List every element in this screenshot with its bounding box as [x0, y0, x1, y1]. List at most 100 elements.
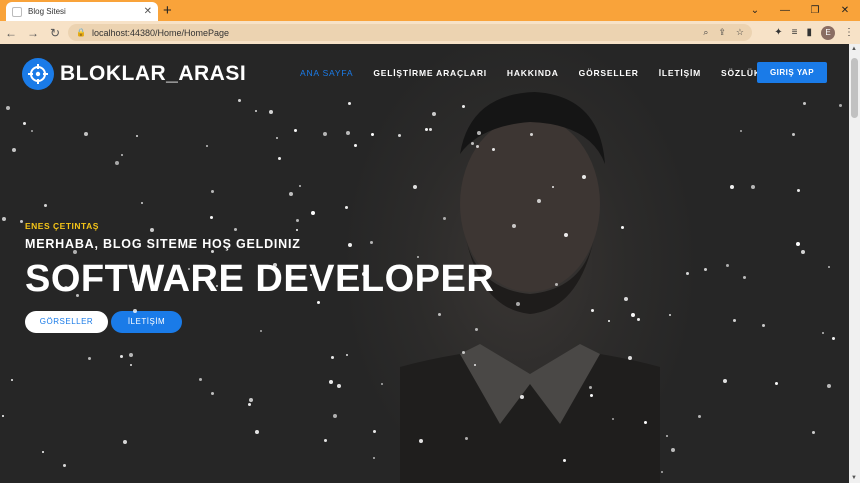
lock-icon[interactable]: 🔒	[76, 28, 86, 37]
site-logo[interactable]: BLOKLAR_ARASI	[22, 58, 246, 90]
snow-dot	[743, 276, 746, 279]
main-nav: ANA SAYFA GELİŞTİRME ARAÇLARI HAKKINDA G…	[300, 68, 761, 78]
snow-dot	[2, 415, 4, 417]
hero-title: SOFTWARE DEVELOPER	[25, 258, 495, 300]
new-tab-button[interactable]: +	[163, 2, 172, 19]
snow-dot	[417, 256, 419, 258]
browser-toolbar: ← → ↻ 🔒 localhost:44380/Home/HomePage ⌕ …	[0, 21, 860, 44]
snow-dot	[211, 190, 214, 193]
restore-icon[interactable]: ❐	[800, 0, 830, 21]
snow-dot	[671, 448, 675, 452]
page-scrollbar[interactable]: ▲ ▼	[849, 44, 860, 483]
back-icon[interactable]: ←	[0, 26, 22, 40]
minimize-icon[interactable]: —	[770, 0, 800, 21]
snow-dot	[612, 418, 614, 420]
snow-dot	[345, 206, 348, 209]
nav-item-sozluk[interactable]: SÖZLÜK	[721, 68, 761, 78]
reload-icon[interactable]: ↻	[44, 26, 66, 40]
profile-avatar[interactable]: E	[821, 25, 835, 40]
snow-dot	[249, 398, 253, 402]
side-panel-icon[interactable]: ▮	[806, 27, 812, 38]
snow-dot	[348, 102, 351, 105]
snow-dot	[465, 437, 468, 440]
snow-dot	[210, 216, 213, 219]
snow-dot	[462, 351, 465, 354]
reading-list-icon[interactable]: ≡	[792, 27, 798, 38]
scroll-down-icon[interactable]: ▼	[851, 475, 857, 481]
snow-dot	[751, 185, 755, 189]
snow-dot	[88, 357, 91, 360]
snow-dot	[373, 457, 375, 459]
snow-dot	[12, 148, 16, 152]
snow-dot	[238, 99, 241, 102]
snow-dot	[31, 130, 33, 132]
snow-dot	[381, 383, 383, 385]
snow-dot	[310, 274, 312, 276]
snow-dot	[512, 224, 516, 228]
snow-dot	[555, 283, 558, 286]
snow-dot	[590, 394, 593, 397]
snow-dot	[832, 337, 835, 340]
snow-dot	[432, 112, 436, 116]
bookmark-star-icon[interactable]: ☆	[736, 27, 744, 38]
snow-dot	[589, 386, 592, 389]
snow-dot	[582, 175, 586, 179]
snow-dot	[492, 148, 495, 151]
tab-title: Blog Sitesi	[28, 7, 66, 16]
scroll-up-icon[interactable]: ▲	[851, 46, 857, 52]
snow-dot	[822, 332, 824, 334]
snow-dot	[129, 353, 133, 357]
snow-dot	[476, 145, 479, 148]
snow-dot	[136, 135, 138, 137]
snow-dot	[726, 264, 729, 267]
snow-dot	[188, 268, 190, 270]
snow-dot	[471, 142, 474, 145]
tab-search-icon[interactable]: ⌄	[740, 0, 770, 21]
address-bar[interactable]: 🔒 localhost:44380/Home/HomePage ⌕ ⇪ ☆	[68, 24, 752, 41]
snow-dot	[323, 132, 327, 136]
snow-dot	[425, 128, 428, 131]
forward-icon[interactable]: →	[22, 26, 44, 40]
nav-item-gorseller[interactable]: GÖRSELLER	[579, 68, 639, 78]
snow-dot	[530, 133, 533, 136]
snow-dot	[289, 192, 293, 196]
snow-dot	[429, 128, 432, 131]
snow-dot	[141, 202, 143, 204]
nav-item-gelistirme-araclari[interactable]: GELİŞTİRME ARAÇLARI	[373, 68, 487, 78]
nav-item-ana-sayfa[interactable]: ANA SAYFA	[300, 68, 353, 78]
menu-kebab-icon[interactable]: ⋮	[844, 27, 854, 38]
scrollbar-thumb[interactable]	[851, 58, 858, 118]
share-icon[interactable]: ⇪	[718, 27, 726, 38]
snow-dot	[796, 242, 800, 246]
snow-dot	[260, 330, 262, 332]
url-text[interactable]: localhost:44380/Home/HomePage	[92, 28, 703, 38]
snow-dot	[121, 154, 123, 156]
browser-tab[interactable]: Blog Sitesi ✕	[6, 2, 158, 21]
snow-dot	[520, 395, 524, 399]
snow-dot	[698, 415, 701, 418]
snow-dot	[803, 102, 806, 105]
login-button[interactable]: GIRIŞ YAP	[757, 62, 827, 83]
snow-dot	[348, 243, 352, 247]
snow-dot	[637, 318, 640, 321]
snow-dot	[115, 161, 119, 165]
snow-dot	[273, 263, 277, 267]
snow-dot	[331, 356, 334, 359]
nav-item-iletisim[interactable]: İLETİŞİM	[659, 68, 701, 78]
hero-subtitle: MERHABA, BLOG SITEME HOŞ GELDINIZ	[25, 237, 301, 251]
snow-dot	[276, 137, 278, 139]
extensions-icon[interactable]: ✦	[774, 27, 782, 38]
snow-dot	[723, 379, 727, 383]
nav-item-hakkinda[interactable]: HAKKINDA	[507, 68, 559, 78]
contact-button[interactable]: İLETİŞİM	[111, 311, 182, 333]
snow-dot	[354, 144, 357, 147]
snow-dot	[801, 250, 805, 254]
zoom-icon[interactable]: ⌕	[703, 27, 708, 38]
close-tab-icon[interactable]: ✕	[144, 6, 152, 17]
snow-dot	[64, 286, 68, 290]
snow-dot	[477, 131, 481, 135]
snow-dot	[438, 313, 441, 316]
gallery-button[interactable]: GÖRSELLER	[25, 311, 108, 333]
snow-dot	[624, 297, 628, 301]
close-window-icon[interactable]: ✕	[830, 0, 860, 21]
